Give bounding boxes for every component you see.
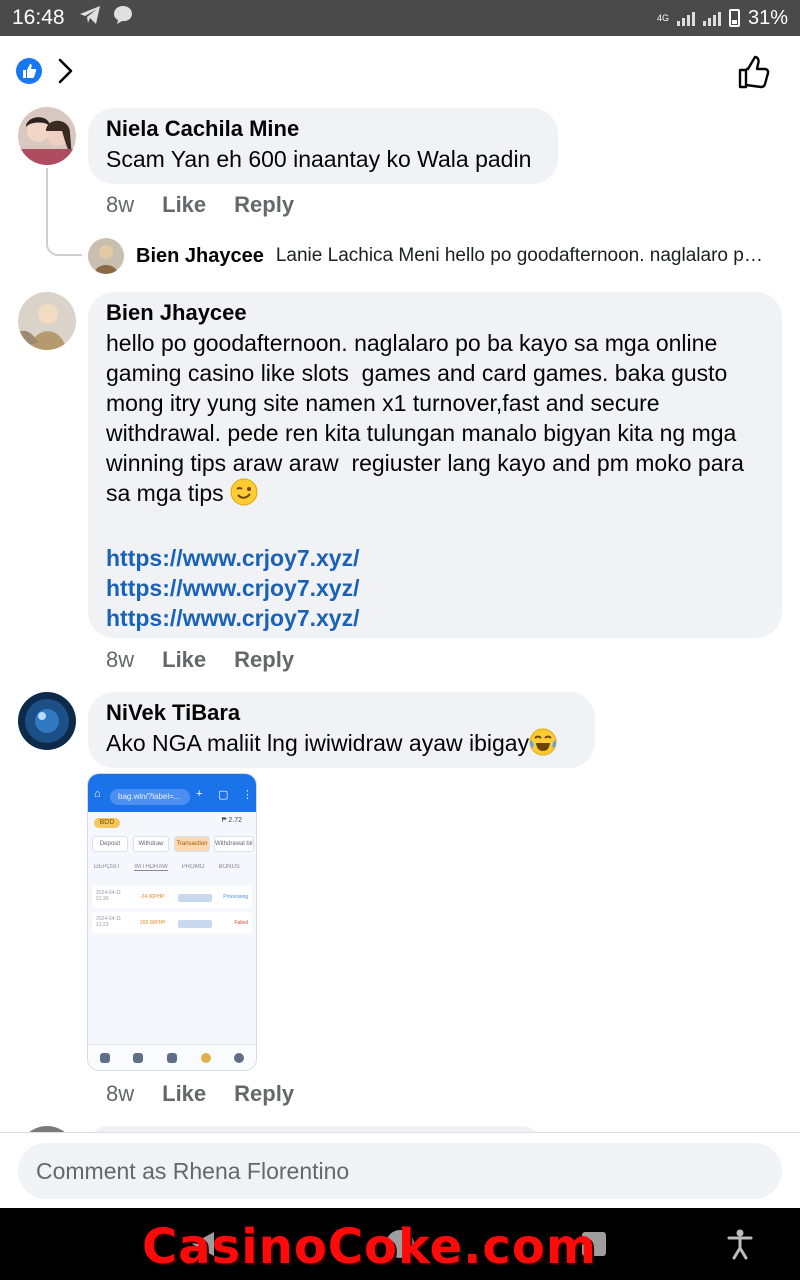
comment-time[interactable]: 8w — [106, 192, 134, 218]
comment-link[interactable]: https://www.crjoy7.xyz/ — [106, 573, 764, 603]
tab-withdraw: WITHDRAW — [134, 864, 168, 871]
reward-icon — [200, 1052, 211, 1063]
browser-toolbar: ⌂ bag.win/?label=... + ▢ ⋮ — [88, 774, 256, 812]
comment-text: Scam Yan eh 600 inaantay ko Wala padin — [106, 146, 532, 172]
thumbs-up-icon[interactable] — [736, 54, 772, 90]
withdrawal-binding-button: Withdrawal binding — [214, 836, 254, 852]
like-reaction-icon[interactable] — [16, 58, 42, 84]
menu-icon: ⋮ — [242, 789, 253, 801]
comments-screen: 16:48 4G 31% Niela Cachila Mine Scam Yan… — [0, 0, 800, 1280]
status-time: 16:48 — [12, 6, 65, 29]
transaction-tabs: DEPOSIT WITHDRAW PROMO BONUS — [94, 864, 252, 871]
reply-author: Bien Jhaycee — [136, 244, 264, 267]
battery-icon — [728, 9, 740, 27]
avatar[interactable] — [18, 692, 76, 750]
comment-bubble: NiVek TiBara Ako NGA maliit lng iwiwidra… — [88, 692, 595, 768]
comment-time[interactable]: 8w — [106, 1081, 134, 1107]
site-logo: BDD — [94, 818, 120, 828]
row-amount: -24.00PHP — [140, 894, 165, 900]
comment-text: hello po goodafternoon. naglalaro po ba … — [106, 328, 764, 513]
chevron-right-icon[interactable] — [54, 56, 76, 86]
reply-preview[interactable]: Bien Jhaycee Lanie Lachica Meni hello po… — [88, 236, 788, 276]
row-date: 2024-04-11 21:23 — [96, 916, 122, 928]
transaction-row: 2024-04-11 21:30 -24.00PHP Processing — [92, 886, 252, 908]
row-date: 2024-04-11 21:30 — [96, 890, 122, 902]
balance: ₱ 2.72 — [221, 817, 242, 824]
account-icon — [234, 1052, 245, 1063]
accessibility-icon[interactable] — [726, 1228, 754, 1260]
comment-actions: 8w Like Reply — [106, 192, 294, 218]
avatar[interactable] — [18, 107, 76, 165]
winking-emoji-icon — [230, 478, 258, 513]
tabs-icon: ▢ — [218, 789, 229, 801]
promotion-icon — [166, 1052, 177, 1063]
comment-actions: 8w Like Reply — [106, 647, 294, 673]
signal-icon — [676, 10, 695, 26]
tab-deposit: DEPOSIT — [94, 864, 121, 870]
comment-bubble: Bien Jhaycee hello po goodafternoon. nag… — [88, 292, 782, 638]
watermark: CasinoCoke.com — [142, 1219, 597, 1275]
avatar[interactable] — [18, 292, 76, 350]
reply-button[interactable]: Reply — [234, 647, 294, 673]
comment-body: hello po goodafternoon. naglalaro po ba … — [106, 330, 751, 506]
crying-laughing-emoji-icon — [529, 728, 557, 763]
transaction-row: 2024-04-11 21:23 200.00PHP Failed — [92, 912, 252, 934]
comment-author[interactable]: Niela Cachila Mine — [106, 114, 540, 144]
row-pill — [178, 894, 212, 902]
app-bottom-nav — [88, 1044, 256, 1070]
like-button[interactable]: Like — [162, 1081, 206, 1107]
row-status: Processing — [223, 894, 248, 900]
status-right: 4G 31% — [657, 7, 788, 30]
reply-text: Lanie Lachica Meni hello po goodafternoo… — [275, 245, 763, 266]
comment-time[interactable]: 8w — [106, 647, 134, 673]
tab-bonus: BONUS — [218, 864, 240, 870]
battery-percent: 31% — [747, 6, 788, 29]
like-button[interactable]: Like — [162, 647, 206, 673]
comment-link[interactable]: https://www.crjoy7.xyz/ — [106, 603, 764, 633]
signal-icon-2 — [702, 10, 721, 26]
comment-bubble: Niela Cachila Mine Scam Yan eh 600 inaan… — [88, 108, 558, 184]
comment-actions: 8w Like Reply — [106, 1081, 294, 1107]
reply-button[interactable]: Reply — [234, 192, 294, 218]
comment-body: Ako NGA maliit lng iwiwidraw ayaw ibigay — [106, 730, 530, 756]
home-icon: ⌂ — [94, 788, 101, 800]
comment-author[interactable]: NiVek TiBara — [106, 698, 577, 728]
avatar — [88, 238, 124, 274]
url-bar: bag.win/?label=... — [110, 789, 190, 805]
thread-connector — [46, 168, 82, 256]
referral-icon — [133, 1052, 144, 1063]
like-button[interactable]: Like — [162, 192, 206, 218]
comment-input[interactable] — [18, 1143, 782, 1199]
attached-screenshot[interactable]: ⌂ bag.win/?label=... + ▢ ⋮ BDD ₱ 2.72 De… — [87, 773, 257, 1071]
reply-button[interactable]: Reply — [234, 1081, 294, 1107]
row-status: Failed — [234, 920, 248, 926]
tab-promo: PROMO — [181, 864, 205, 870]
comment-text: Ako NGA maliit lng iwiwidraw ayaw ibigay — [106, 728, 577, 763]
comment-author[interactable]: Bien Jhaycee — [106, 298, 764, 328]
plus-icon: + — [196, 788, 203, 800]
deposit-button: Deposit — [92, 836, 128, 852]
chat-bubble-icon — [113, 5, 133, 31]
status-bar: 16:48 4G 31% — [0, 0, 800, 36]
comment-composer — [0, 1132, 800, 1208]
telegram-icon — [79, 5, 101, 31]
home-icon — [99, 1052, 110, 1063]
comment-link[interactable]: https://www.crjoy7.xyz/ — [106, 543, 764, 573]
transaction-button: Transaction — [174, 836, 210, 852]
row-amount: 200.00PHP — [140, 920, 166, 926]
row-pill — [178, 920, 212, 928]
app-body: BDD ₱ 2.72 Deposit Withdraw Transaction … — [88, 812, 256, 1070]
withdraw-button: Withdraw — [133, 836, 169, 852]
network-label: 4G — [656, 12, 669, 23]
